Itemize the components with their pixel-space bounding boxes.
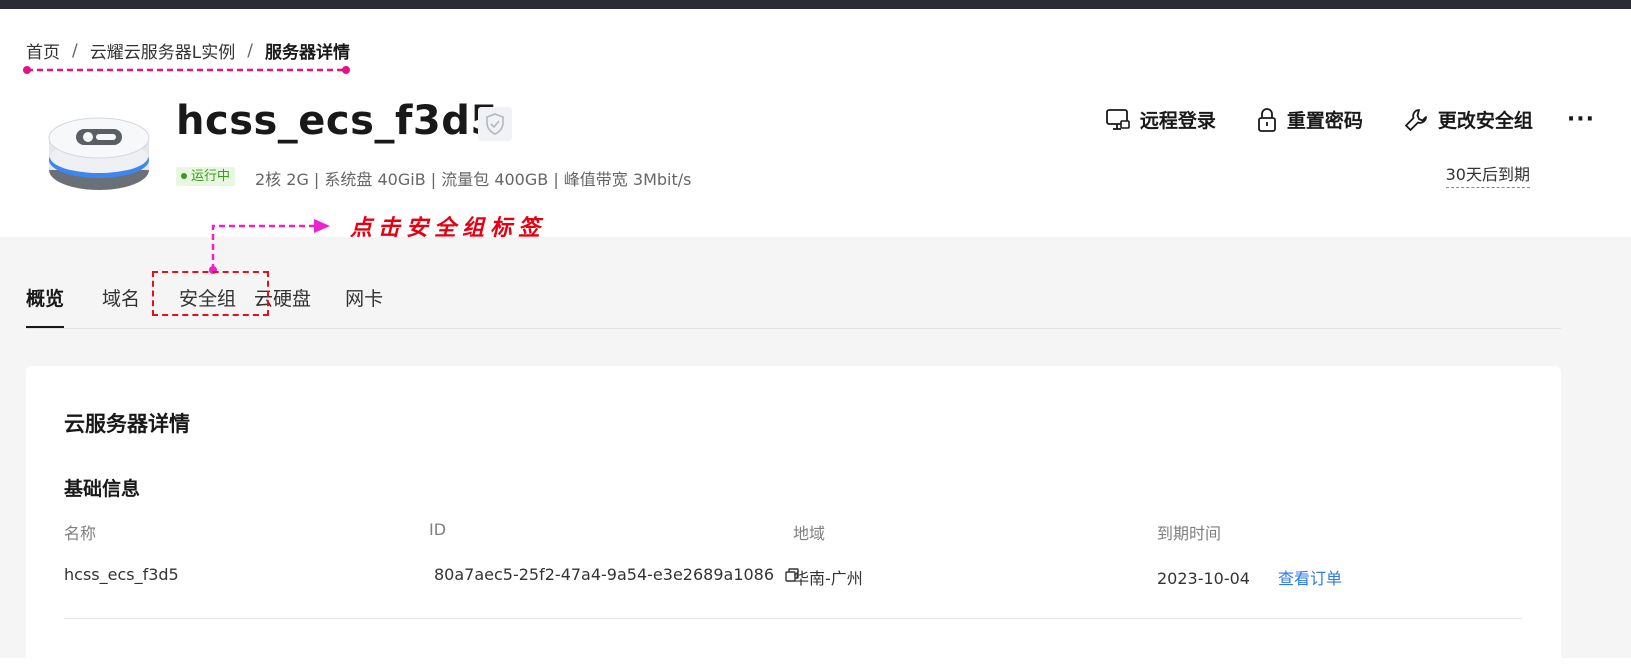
breadcrumb-underline-annotation: [23, 66, 350, 74]
annotation-text: 点击安全组标签: [350, 215, 547, 241]
arrow-annotation: [209, 219, 330, 274]
security-group-highlight-box: [152, 271, 269, 316]
annotation-overlay: [23, 66, 350, 274]
